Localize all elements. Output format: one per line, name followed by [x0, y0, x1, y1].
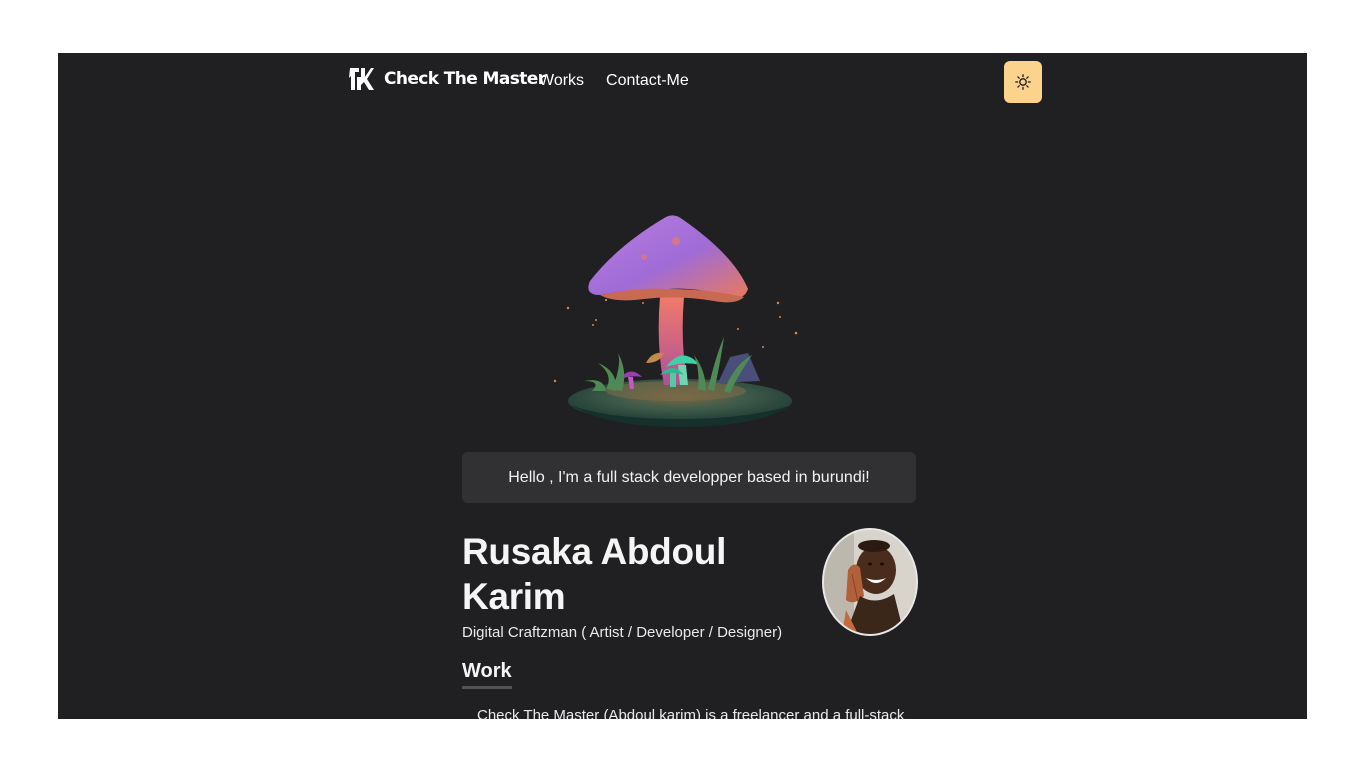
greeting-banner: Hello , I'm a full stack developper base…	[462, 452, 916, 503]
profile-role: Digital Craftzman ( Artist / Developer /…	[462, 624, 783, 641]
brand-name: Check The Master	[384, 69, 546, 89]
logo-icon	[349, 68, 374, 90]
sun-icon	[1015, 74, 1031, 90]
work-section-title: Work	[462, 660, 512, 689]
profile-name: Rusaka Abdoul Karim	[462, 531, 727, 617]
page-frame: Check The Master Works Contact-Me Hello …	[58, 53, 1307, 719]
avatar-photo	[824, 530, 916, 634]
brand-logo-link[interactable]: Check The Master	[348, 65, 546, 93]
nav-link-contact[interactable]: Contact-Me	[606, 72, 689, 90]
work-description: Check The Master (Abdoul karim) is a fre…	[477, 707, 905, 719]
top-navbar: Check The Master Works Contact-Me	[58, 53, 1307, 111]
nav-link-works[interactable]: Works	[539, 72, 584, 90]
nav-links: Works Contact-Me	[539, 72, 689, 90]
profile-avatar	[822, 528, 918, 636]
mushroom-illustration	[553, 215, 798, 427]
theme-toggle-button[interactable]	[1004, 61, 1042, 103]
